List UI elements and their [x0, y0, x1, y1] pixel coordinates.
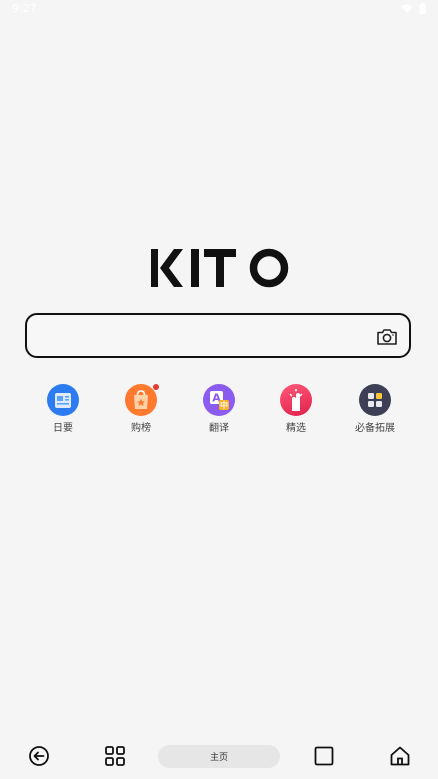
camera-icon	[377, 329, 397, 345]
battery-icon	[419, 3, 426, 14]
shortcut-label: 必备拓展	[355, 423, 395, 434]
tabs-square-icon	[314, 746, 334, 766]
search-input[interactable]	[39, 323, 363, 351]
camera-search-button[interactable]	[375, 325, 399, 349]
shortcut-label: 购榜	[131, 423, 151, 434]
kito-logo	[150, 247, 290, 289]
shopping-bag-icon	[125, 384, 159, 416]
news-icon	[47, 384, 79, 416]
translate-icon: A 中	[203, 384, 235, 416]
shortcut-goubang[interactable]: 购榜	[106, 384, 176, 434]
back-button[interactable]	[27, 744, 51, 768]
shortcut-label: 精选	[286, 423, 306, 434]
shortcut-label: 日要	[53, 423, 73, 434]
extensions-grid-icon	[359, 384, 391, 416]
shortcut-row: 日要 购榜 A 中 翻译 精选 必备拓展	[0, 384, 438, 444]
shortcut-bibei-tuozhan[interactable]: 必备拓展	[340, 384, 410, 434]
status-icons	[401, 3, 426, 14]
back-arrow-icon	[29, 746, 49, 766]
apps-button[interactable]	[103, 744, 127, 768]
home-icon	[390, 746, 410, 766]
search-box[interactable]	[25, 313, 411, 358]
svg-text:中: 中	[220, 400, 228, 410]
hand-pick-icon	[280, 384, 312, 416]
bottom-nav: 主页	[0, 738, 438, 779]
status-bar: 9:27	[0, 0, 438, 18]
status-time: 9:27	[12, 2, 37, 15]
shortcut-jingxuan[interactable]: 精选	[261, 384, 331, 434]
shortcut-fanyi[interactable]: A 中 翻译	[184, 384, 254, 434]
tabs-button[interactable]	[312, 744, 336, 768]
home-pill-label: 主页	[209, 753, 228, 763]
wifi-icon	[401, 4, 413, 13]
home-button[interactable]	[388, 744, 412, 768]
shortcut-label: 翻译	[209, 423, 229, 434]
shortcut-ribao[interactable]: 日要	[28, 384, 98, 434]
grid-icon	[105, 746, 125, 766]
home-pill-button[interactable]: 主页	[158, 745, 280, 768]
kito-logo-mark	[151, 248, 289, 288]
notification-dot	[153, 384, 159, 390]
